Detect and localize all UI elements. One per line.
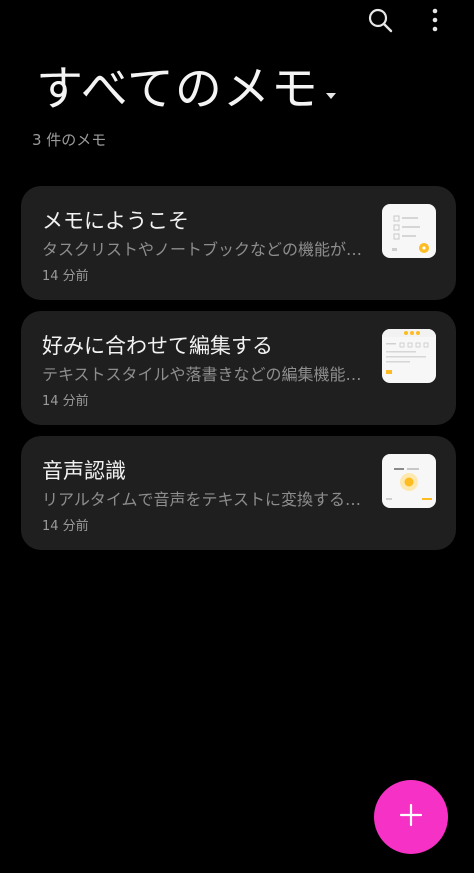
- note-list: メモにようこそ タスクリストやノートブックなどの機能が… 14 分前 好みに合わ…: [21, 186, 456, 561]
- note-timestamp: 14 分前: [42, 519, 89, 534]
- note-card[interactable]: 音声認識 リアルタイムで音声をテキストに変換する… 14 分前: [21, 436, 456, 550]
- page-title: すべてのメモ: [36, 62, 319, 117]
- note-snippet: タスクリストやノートブックなどの機能が…: [42, 240, 363, 259]
- folder-selector[interactable]: すべてのメモ: [36, 62, 337, 118]
- top-app-bar: [0, 0, 474, 44]
- note-snippet: テキストスタイルや落書きなどの編集機能…: [42, 365, 362, 384]
- add-note-button[interactable]: [374, 780, 448, 854]
- note-card[interactable]: 好みに合わせて編集する テキストスタイルや落書きなどの編集機能… 14 分前: [21, 311, 456, 425]
- note-title: 好みに合わせて編集する: [42, 334, 273, 358]
- plus-icon: [399, 803, 423, 831]
- note-title: 音声認識: [42, 459, 126, 483]
- caret-down-icon: [325, 85, 337, 104]
- note-thumbnail: [382, 204, 436, 258]
- note-card[interactable]: メモにようこそ タスクリストやノートブックなどの機能が… 14 分前: [21, 186, 456, 300]
- search-icon[interactable]: [366, 6, 394, 34]
- note-snippet: リアルタイムで音声をテキストに変換する…: [42, 490, 362, 509]
- note-thumbnail: [382, 454, 436, 508]
- note-title: メモにようこそ: [42, 209, 189, 233]
- note-timestamp: 14 分前: [42, 269, 89, 284]
- note-thumbnail: [382, 329, 436, 383]
- note-timestamp: 14 分前: [42, 394, 89, 409]
- note-count: 3 件のメモ: [32, 131, 107, 149]
- more-vertical-icon[interactable]: [421, 6, 449, 34]
